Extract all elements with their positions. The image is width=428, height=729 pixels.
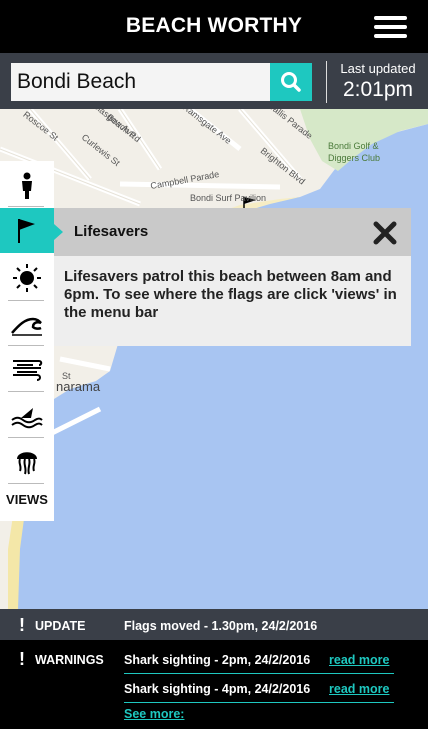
rail-item-jellyfish[interactable] [0,438,54,483]
hamburger-menu-icon[interactable] [374,16,407,38]
search-icon [281,72,301,92]
popup-header: Lifesavers [54,208,411,256]
divider [124,673,394,674]
wind-icon [13,360,43,381]
rail-item-sharks[interactable] [0,392,54,437]
popup-message: Lifesavers patrol this beach between 8am… [64,268,397,321]
shark-icon [11,408,43,429]
top-bar: BEACH WORTHY [0,0,428,53]
views-button[interactable]: VIEWS [0,492,54,507]
update-row: ! UPDATE Flags moved - 1.30pm, 24/2/2016 [0,609,428,640]
person-icon [22,172,32,199]
updates-panel: ! UPDATE Flags moved - 1.30pm, 24/2/2016… [0,609,428,729]
app-title: BEACH WORTHY [125,14,303,37]
flag-icon [18,219,35,243]
read-more-link[interactable]: read more [329,682,389,696]
last-updated-label: Last updated [340,61,416,76]
popup-title: Lifesavers [74,223,149,240]
popup-body: Lifesavers patrol this beach between 8am… [54,256,411,346]
exclamation-icon: ! [19,615,25,635]
rail-item-wind[interactable] [0,347,54,392]
map-label: narama [56,379,101,394]
search-button[interactable] [270,63,312,101]
warning-text: Shark sighting - 2pm, 24/2/2016 [124,653,311,667]
map-label: Bondi Golf & [328,141,379,151]
read-more-link[interactable]: read more [329,653,389,667]
jellyfish-icon [17,452,37,475]
see-more-link[interactable]: See more: [124,707,184,721]
last-updated-time: 2:01pm [342,78,414,101]
rail-item-waves[interactable] [0,301,54,346]
search-input[interactable] [11,63,270,101]
warning-text: Shark sighting - 4pm, 24/2/2016 [124,682,311,696]
divider [124,702,394,703]
warnings-row: ! WARNINGS Shark sighting - 2pm, 24/2/20… [0,640,428,729]
close-icon[interactable] [372,220,398,246]
warnings-label: WARNINGS [35,653,104,667]
map-label: Bondi Surf Pavilion [190,193,267,203]
map-canvas [0,109,428,609]
exclamation-icon: ! [19,649,25,669]
map-view[interactable]: Roscoe St Glasgow Ave Beach Rd Curlewis … [0,109,428,609]
rail-item-person[interactable] [0,163,54,208]
map-label: Diggers Club [328,153,381,163]
divider [326,61,327,103]
category-rail: VIEWS [0,161,54,521]
update-text: Flags moved - 1.30pm, 24/2/2016 [124,619,318,633]
rail-item-lifesavers[interactable] [0,208,54,253]
update-label: UPDATE [35,619,86,633]
wave-icon [11,317,42,336]
search-bar: Last updated 2:01pm [0,53,428,109]
rail-item-uv[interactable] [0,255,54,300]
app-screen: BEACH WORTHY Last updated 2:01pm [0,0,428,729]
pointer-arrow [54,224,63,240]
lifesavers-popup: Lifesavers Lifesavers patrol this beach … [54,208,411,346]
sun-icon [13,264,41,292]
